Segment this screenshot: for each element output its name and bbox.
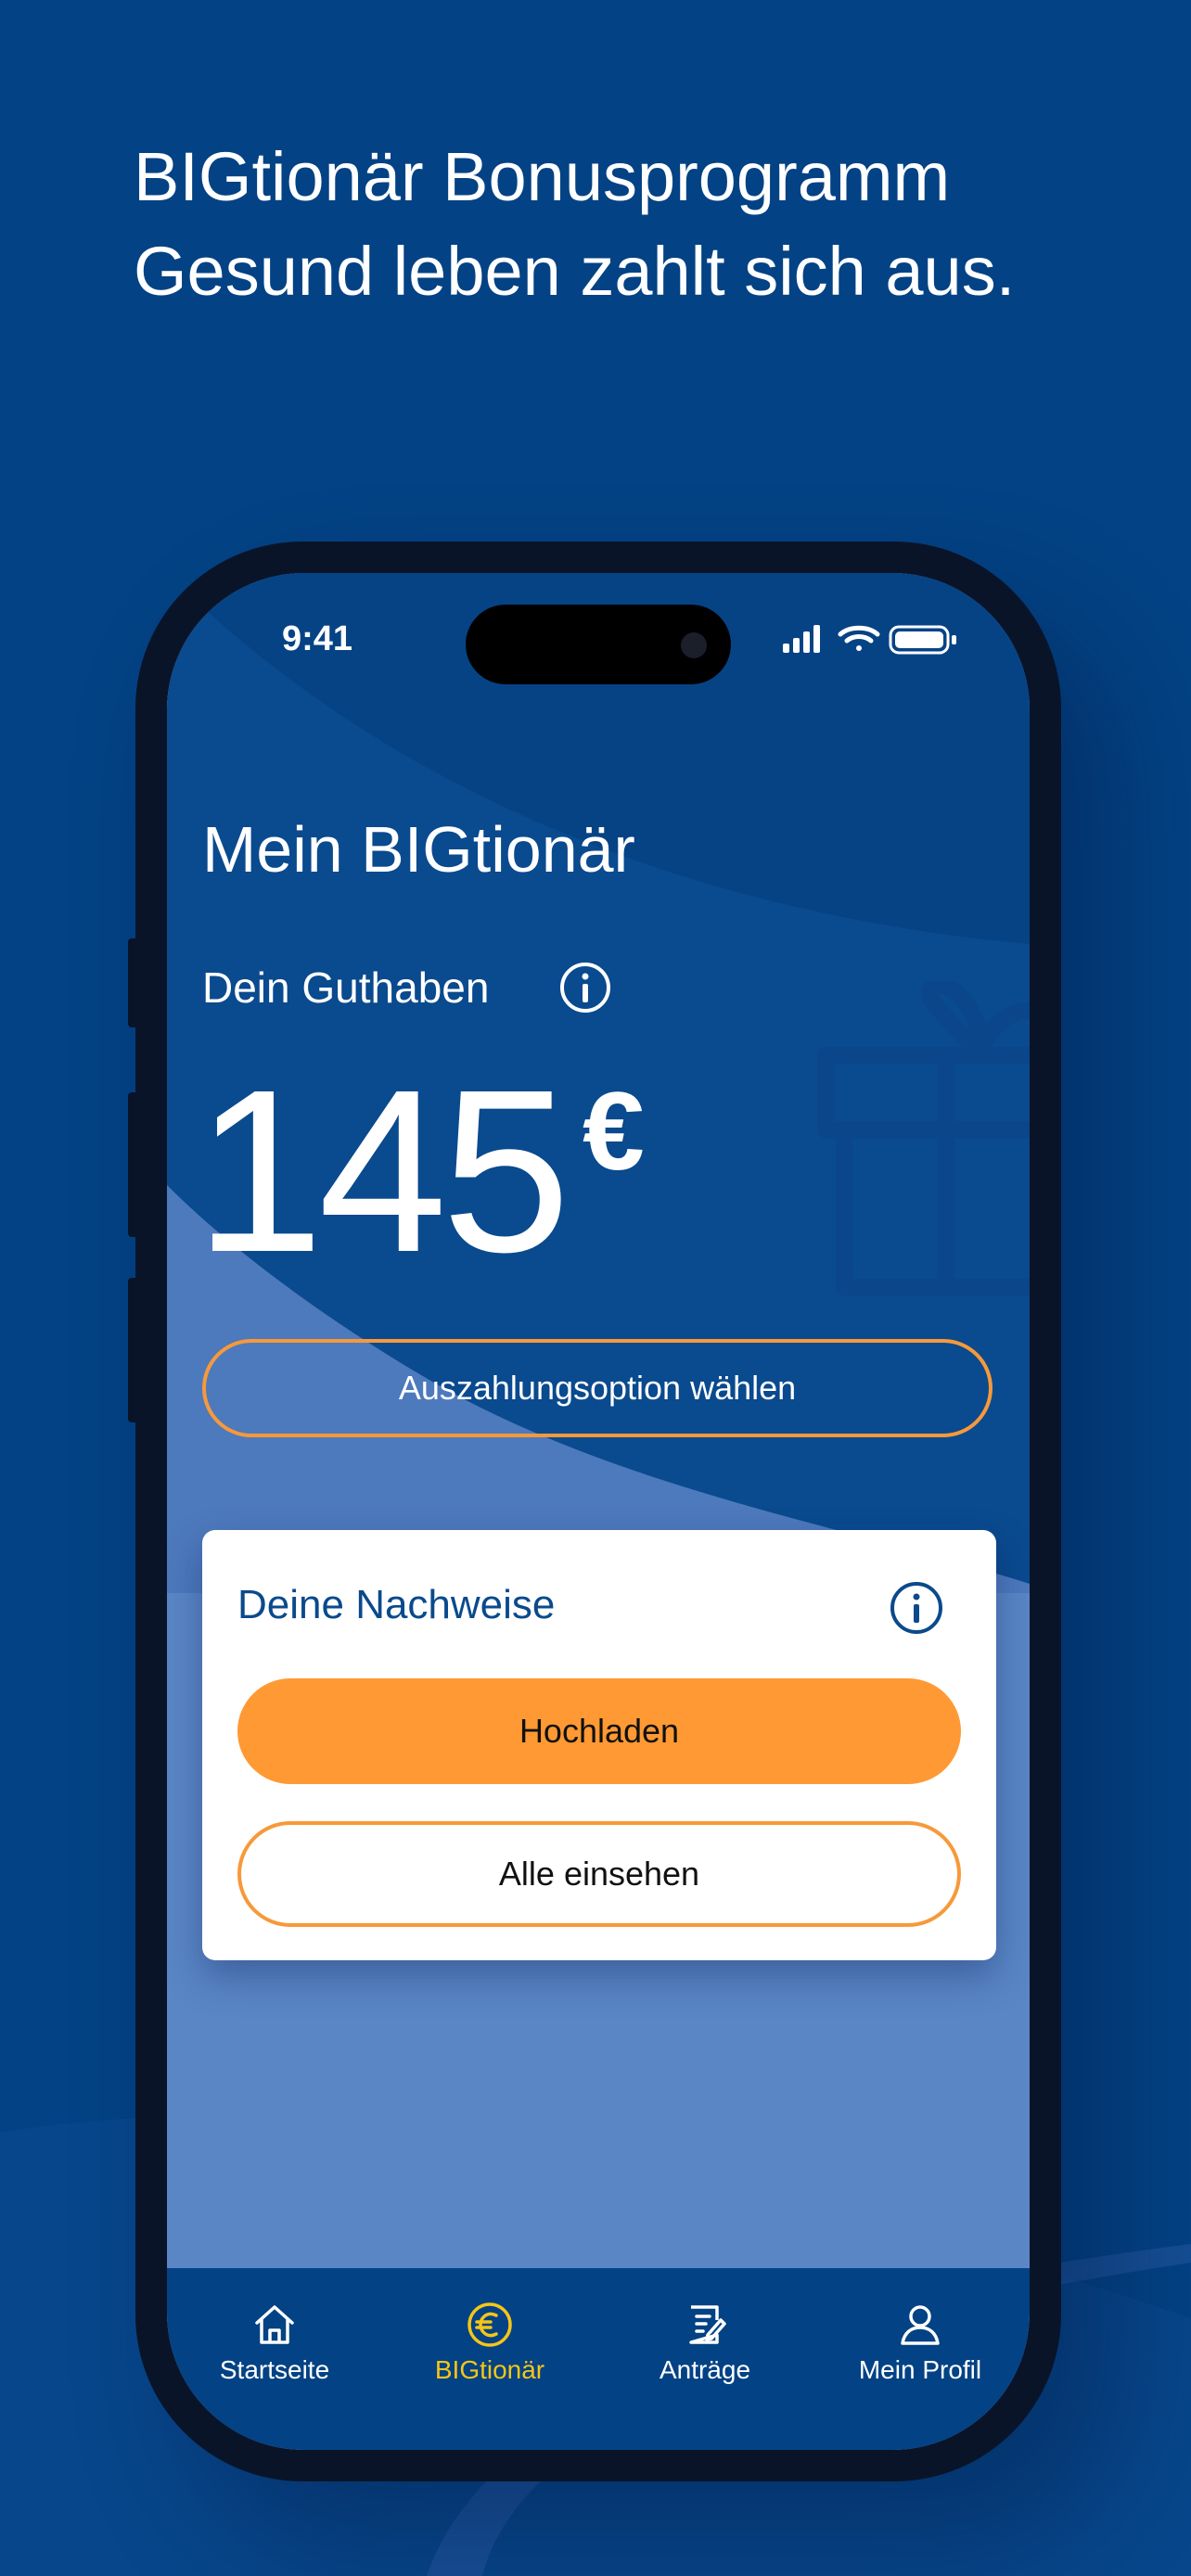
view-all-button[interactable]: Alle einsehen — [237, 1821, 961, 1927]
phone-screen: 9:41 Mein BIGtionär Dein Guthaben 145 € … — [167, 573, 1030, 2450]
wifi-icon — [838, 625, 880, 651]
euro-coin-icon — [467, 2302, 512, 2347]
tab-startseite-label: Startseite — [219, 2355, 330, 2384]
currency-symbol: € — [583, 1069, 645, 1193]
promo-headline: BIGtionär Bonusprogramm Gesund leben zah… — [134, 130, 1015, 319]
cellular-signal-icon — [783, 625, 820, 653]
tab-startseite[interactable]: Startseite — [167, 2300, 382, 2392]
camera-icon — [681, 632, 707, 658]
battery-icon — [889, 625, 956, 655]
tab-antraege[interactable]: Anträge — [597, 2300, 813, 2392]
dynamic-island — [466, 605, 731, 684]
headline-line-1: BIGtionär Bonusprogramm — [134, 138, 951, 215]
info-icon[interactable] — [558, 961, 612, 1014]
profile-icon — [901, 2305, 940, 2345]
payout-option-button-label: Auszahlungsoption wählen — [398, 1369, 797, 1407]
home-icon — [255, 2305, 294, 2344]
proofs-card: Deine Nachweise Hochladen Alle einsehen — [202, 1530, 996, 1960]
bottom-tab-bar: Startseite BIGtionär Anträge Mein Profil — [167, 2268, 1030, 2450]
page-title: Mein BIGtionär — [202, 813, 635, 886]
balance-label: Dein Guthaben — [202, 963, 490, 1012]
document-edit-icon — [689, 2305, 726, 2344]
phone-frame: 9:41 Mein BIGtionär Dein Guthaben 145 € … — [135, 542, 1061, 2481]
proofs-card-title: Deine Nachweise — [237, 1582, 556, 1627]
tab-mein-profil-label: Mein Profil — [858, 2355, 982, 2384]
tab-antraege-label: Anträge — [659, 2355, 751, 2384]
upload-button[interactable]: Hochladen — [237, 1678, 961, 1784]
headline-line-2: Gesund leben zahlt sich aus. — [134, 233, 1016, 310]
status-icons — [783, 625, 956, 655]
status-time: 9:41 — [282, 619, 353, 658]
gift-icon — [817, 981, 1030, 1295]
tab-bigtionaer-label: BIGtionär — [434, 2355, 545, 2384]
tab-mein-profil[interactable]: Mein Profil — [813, 2300, 1028, 2392]
upload-button-label: Hochladen — [519, 1712, 680, 1750]
balance-amount: 145 — [195, 1041, 570, 1300]
view-all-button-label: Alle einsehen — [498, 1855, 700, 1893]
tab-bigtionaer[interactable]: BIGtionär — [382, 2300, 597, 2392]
payout-option-button[interactable]: Auszahlungsoption wählen — [202, 1339, 992, 1437]
info-icon[interactable] — [889, 1580, 944, 1636]
